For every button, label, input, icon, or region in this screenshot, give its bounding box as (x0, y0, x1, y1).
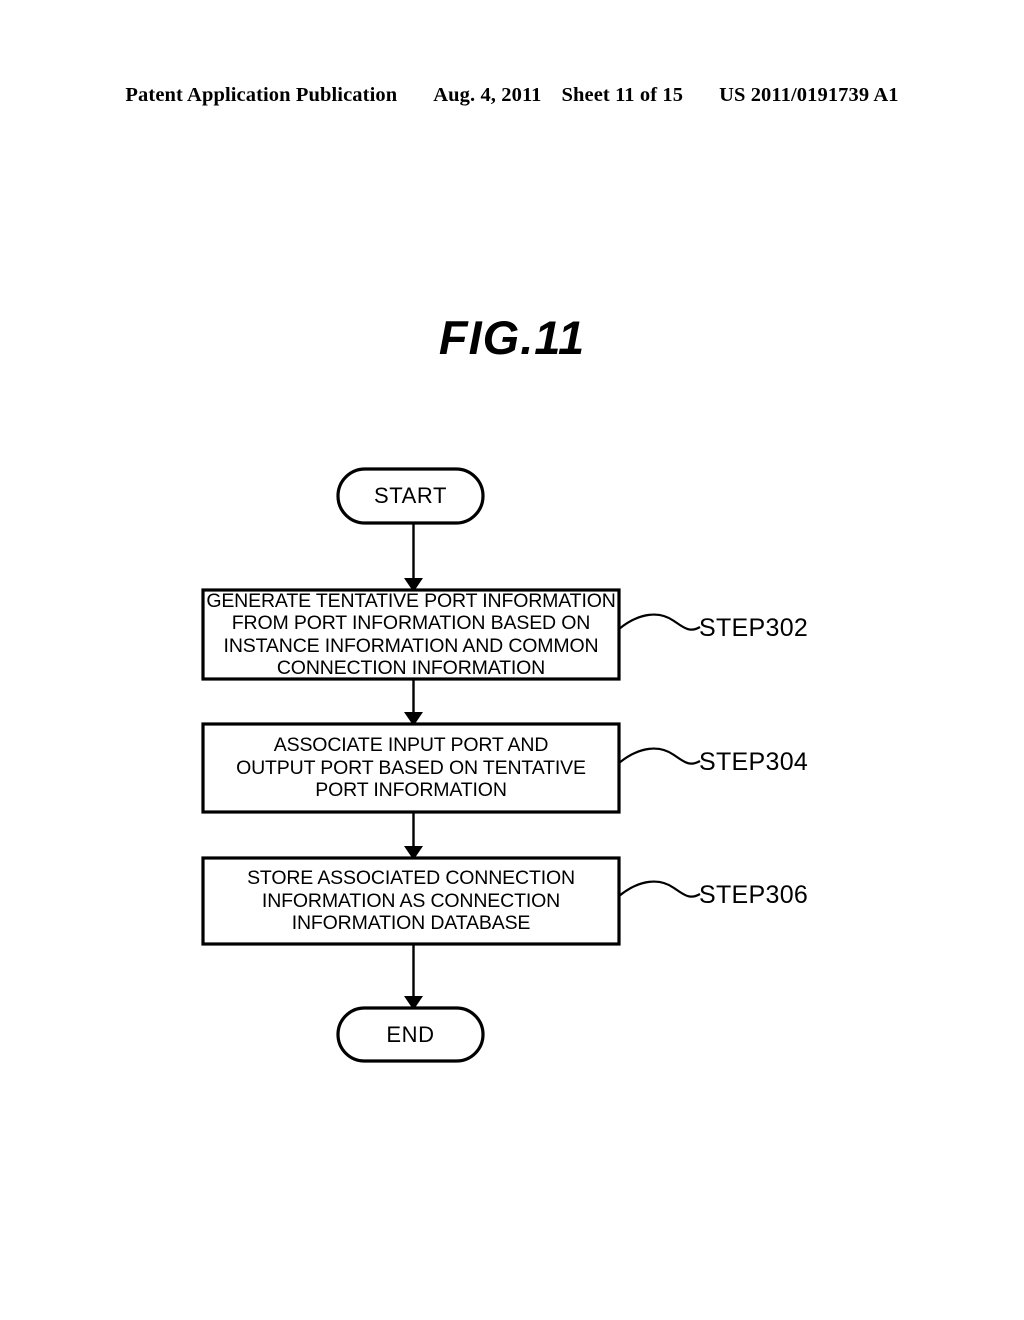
node-end-shape (336, 1006, 485, 1063)
node-step306-shape (201, 856, 621, 946)
step-reference-306: STEP306 (699, 881, 809, 909)
node-step304-shape (201, 722, 621, 814)
flowchart-svg (201, 467, 701, 1063)
step-reference-302: STEP302 (699, 614, 809, 642)
leader-line-step304 (618, 747, 701, 765)
leader-line-step306 (618, 880, 701, 898)
patent-drawing-page: Patent Application Publication Aug. 4, 2… (0, 0, 1024, 1320)
step-reference-304: STEP304 (699, 748, 809, 776)
flowchart-diagram (0, 0, 1024, 1320)
node-start-shape (336, 467, 485, 525)
leader-line-step302 (618, 613, 701, 631)
node-step302-shape (201, 588, 621, 681)
